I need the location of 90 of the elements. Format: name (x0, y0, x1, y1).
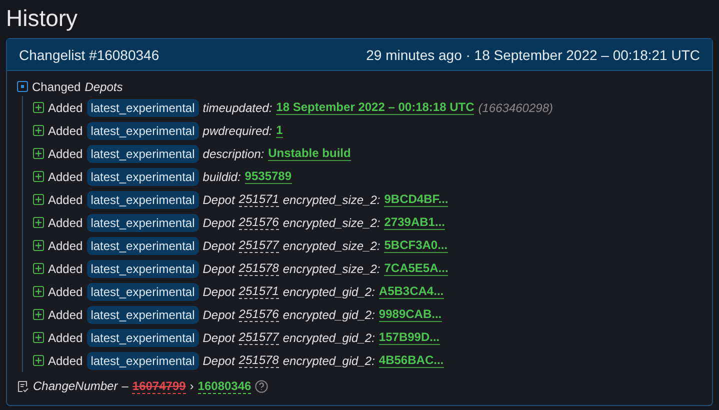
depot-link[interactable]: 251578 (238, 353, 279, 368)
key-name: encrypted_size_2: (282, 192, 380, 206)
change-verb: Changed (32, 80, 81, 94)
key-name: encrypted_gid_2: (282, 284, 375, 298)
key-name: encrypted_size_2: (282, 238, 380, 252)
value-text: 4B56BAC... (378, 353, 444, 368)
value-text: Unstable build (268, 146, 351, 161)
change-target: Depots (84, 80, 123, 94)
depot-link[interactable]: 251571 (238, 284, 279, 299)
depot-link[interactable]: 251578 (238, 261, 279, 276)
branch-tag: latest_experimental (86, 214, 199, 232)
plus-icon (33, 171, 44, 182)
key-name: encrypted_size_2: (282, 216, 380, 230)
plus-icon (33, 102, 44, 113)
changelist-time: 29 minutes ago · 18 September 2022 – 00:18:21 UTC (366, 46, 700, 62)
key-name: description: (202, 146, 264, 160)
action-label: Added (48, 330, 83, 344)
branch-tag: latest_experimental (86, 328, 199, 346)
value-text: 5BCF3A0... (384, 238, 448, 253)
branch-tag: latest_experimental (86, 122, 199, 140)
key-name: encrypted_gid_2: (282, 330, 375, 344)
value-text: 18 September 2022 – 00:18:18 UTC (276, 100, 474, 115)
depot-label: Depot (202, 238, 235, 252)
value-text: 7CA5E5A... (384, 261, 448, 276)
key-name: ChangeNumber (33, 379, 118, 393)
plus-icon (33, 125, 44, 136)
depot-label: Depot (202, 192, 235, 206)
depot-label: Depot (202, 216, 235, 230)
dash-text: – (122, 379, 128, 393)
action-label: Added (48, 100, 83, 114)
depot-link[interactable]: 251576 (238, 307, 279, 322)
plus-icon (33, 194, 44, 205)
branch-tag: latest_experimental (86, 282, 199, 300)
branch-tag: latest_experimental (86, 190, 199, 208)
branch-tag: latest_experimental (86, 352, 199, 370)
action-label: Added (48, 354, 83, 368)
plus-icon (33, 355, 44, 366)
key-name: encrypted_gid_2: (282, 354, 375, 368)
action-label: Added (48, 308, 83, 322)
plus-icon (33, 286, 44, 297)
arrow-text: › (190, 379, 194, 393)
plus-icon (33, 148, 44, 159)
branch-tag: latest_experimental (86, 236, 199, 254)
depot-label: Depot (202, 308, 235, 322)
depot-label: Depot (202, 330, 235, 344)
key-name: buildid: (202, 170, 241, 184)
value-text: 9BCD4BF... (384, 192, 448, 207)
action-label: Added (48, 262, 83, 276)
raw-value: (1663460298) (478, 100, 553, 114)
collapse-icon (17, 81, 28, 92)
depot-label: Depot (202, 262, 235, 276)
value-text: 9989CAB... (378, 307, 442, 322)
depot-link[interactable]: 251571 (238, 192, 279, 207)
depot-label: Depot (202, 354, 235, 368)
key-name: timeupdated: (202, 100, 272, 114)
branch-tag: latest_experimental (86, 306, 199, 324)
page-title: History (6, 4, 79, 32)
plus-icon (33, 263, 44, 274)
depot-link[interactable]: 251576 (238, 215, 279, 230)
changelist-title: Changelist #16080346 (19, 46, 160, 62)
depot-link[interactable]: 251577 (238, 238, 279, 253)
plus-icon (33, 217, 44, 228)
branch-tag: latest_experimental (86, 168, 199, 186)
value-text: 1 (276, 123, 283, 138)
action-label: Added (48, 192, 83, 206)
action-label: Added (48, 238, 83, 252)
branch-tag: latest_experimental (86, 260, 199, 278)
branch-tag: latest_experimental (86, 98, 199, 116)
key-name: encrypted_size_2: (282, 262, 380, 276)
key-name: encrypted_gid_2: (282, 308, 375, 322)
action-label: Added (48, 284, 83, 298)
key-name: pwdrequired: (202, 124, 272, 138)
plus-icon (33, 309, 44, 320)
old-value: 16074799 (132, 378, 186, 394)
help-icon[interactable] (255, 380, 268, 392)
value-text: 2739AB1... (384, 215, 445, 230)
plus-icon (33, 332, 44, 343)
value-text: A5B3CA4... (378, 284, 444, 299)
depot-label: Depot (202, 284, 235, 298)
action-label: Added (48, 216, 83, 230)
plus-icon (33, 240, 44, 251)
document-check-icon (17, 380, 29, 392)
value-text: 9535789 (244, 169, 292, 184)
action-label: Added (48, 124, 83, 138)
action-label: Added (48, 170, 83, 184)
new-value: 16080346 (198, 378, 252, 394)
depot-link[interactable]: 251577 (238, 330, 279, 345)
action-label: Added (48, 146, 83, 160)
branch-tag: latest_experimental (86, 144, 199, 162)
value-text: 157B99D... (378, 330, 440, 345)
